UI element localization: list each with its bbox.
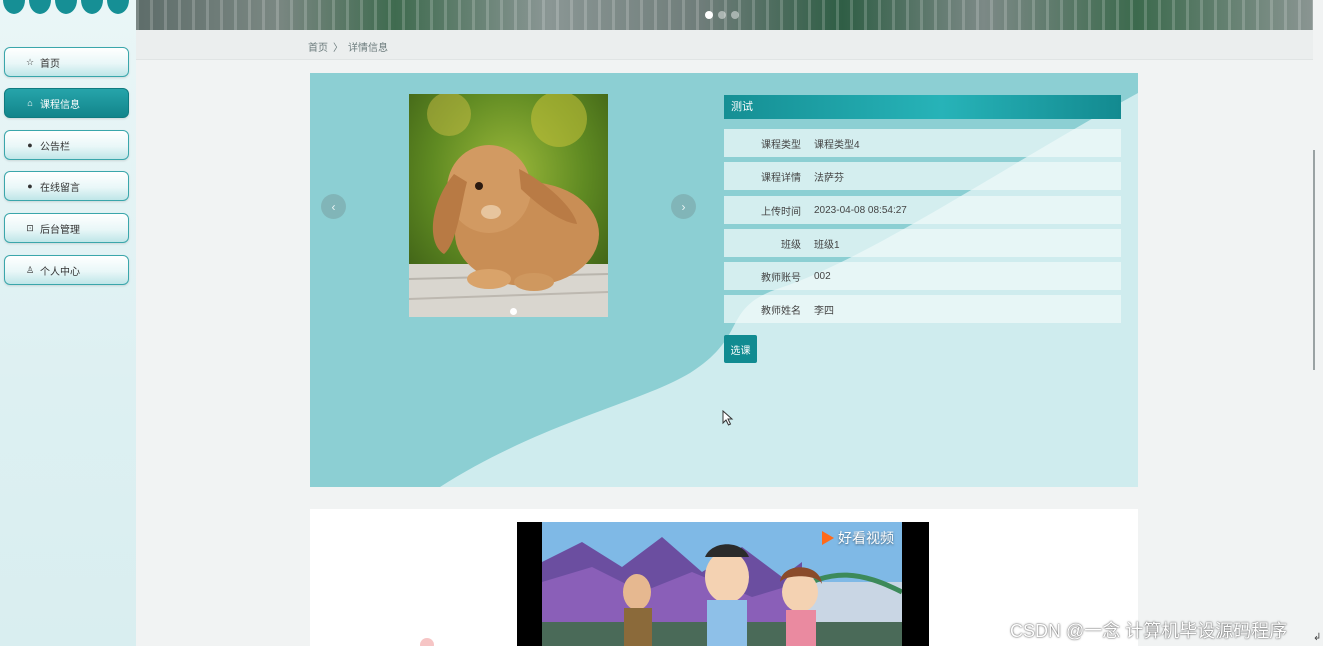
info-row: 教师账号 002 [724,262,1121,290]
sidebar-item-label: 公告栏 [40,141,70,153]
info-row: 课程详情 法萨芬 [724,162,1121,190]
field-label: 班级 [781,239,801,251]
field-label: 上传时间 [761,206,801,218]
select-course-button[interactable]: 选课 [724,335,757,363]
sidebar-item-profile[interactable]: ♙ 个人中心 [4,255,129,285]
user-icon: ♙ [25,264,35,275]
star-icon: ☆ [25,56,35,67]
sidebar-item-course-info[interactable]: ⌂ 课程信息 [4,88,129,118]
field-label: 教师姓名 [761,305,801,317]
bullet-icon: ● [27,139,33,150]
question-icon: ● [27,180,33,191]
sidebar-item-home[interactable]: ☆ 首页 [4,47,129,77]
sidebar-item-announcements[interactable]: ● 公告栏 [4,130,129,160]
video-brand-label: 好看视频 [838,530,894,546]
sidebar-decoration [0,0,136,14]
banner-dot[interactable] [705,11,713,19]
info-row: 教师姓名 李四 [724,295,1121,323]
video-brand: 好看视频 [822,528,894,548]
field-label: 课程详情 [761,172,801,184]
field-value: 法萨芬 [814,172,844,184]
field-label: 课程类型 [761,139,801,151]
info-row: 上传时间 2023-04-08 08:54:27 [724,196,1121,224]
panel-icon: ⊡ [26,222,34,233]
sidebar-item-label: 个人中心 [40,266,80,278]
image-carousel [409,94,608,317]
field-value: 2023-04-08 08:54:27 [814,204,907,216]
field-label: 教师账号 [761,272,801,284]
breadcrumb-current: 详情信息 [348,43,388,54]
field-value: 002 [814,270,831,282]
banner-pagination [705,11,739,19]
watermark: CSDN @一念 计算机毕设源码程序 [1010,621,1288,641]
banner-dot[interactable] [718,11,726,19]
sidebar-item-label: 首页 [40,58,60,70]
video-player[interactable]: 好看视频 [517,522,929,646]
page-scrollbar[interactable] [1313,150,1315,370]
course-title: 测试 [724,95,1121,119]
rabbit-photo [409,94,608,317]
sidebar: ☆ 首页 ⌂ 课程信息 ● 公告栏 ● 在线留言 ⊡ 后台管理 ♙ 个人中心 [0,0,136,646]
return-mark-icon: ↲ [1313,632,1322,643]
sidebar-item-admin[interactable]: ⊡ 后台管理 [4,213,129,243]
sidebar-item-label: 在线留言 [40,182,80,194]
detail-panel: ‹ › 测试 课程类型 课程类型4 课程详情 法萨芬 上传时间 2023-04-… [310,73,1138,487]
carousel-next-button[interactable]: › [671,194,696,219]
play-logo-icon [822,531,834,545]
info-row: 班级 班级1 [724,229,1121,257]
breadcrumb-separator: 〉 [333,43,343,54]
info-row: 课程类型 课程类型4 [724,129,1121,157]
mouse-cursor-icon [722,410,734,426]
home-icon: ⌂ [27,97,33,108]
breadcrumb-home[interactable]: 首页 [308,39,328,54]
carousel-prev-button[interactable]: ‹ [321,194,346,219]
sidebar-item-label: 后台管理 [40,224,80,236]
carousel-dot[interactable] [510,308,517,315]
sidebar-item-label: 课程信息 [40,99,80,111]
sidebar-item-messages[interactable]: ● 在线留言 [4,171,129,201]
field-value: 李四 [814,305,834,317]
banner-dot[interactable] [731,11,739,19]
decorative-mark [420,638,434,646]
breadcrumb-bar: 首页 〉 详情信息 [136,30,1313,60]
top-banner-carousel [136,0,1313,30]
field-value: 课程类型4 [814,139,860,151]
field-value: 班级1 [814,239,840,251]
breadcrumb: 首页 〉 详情信息 [308,39,388,54]
